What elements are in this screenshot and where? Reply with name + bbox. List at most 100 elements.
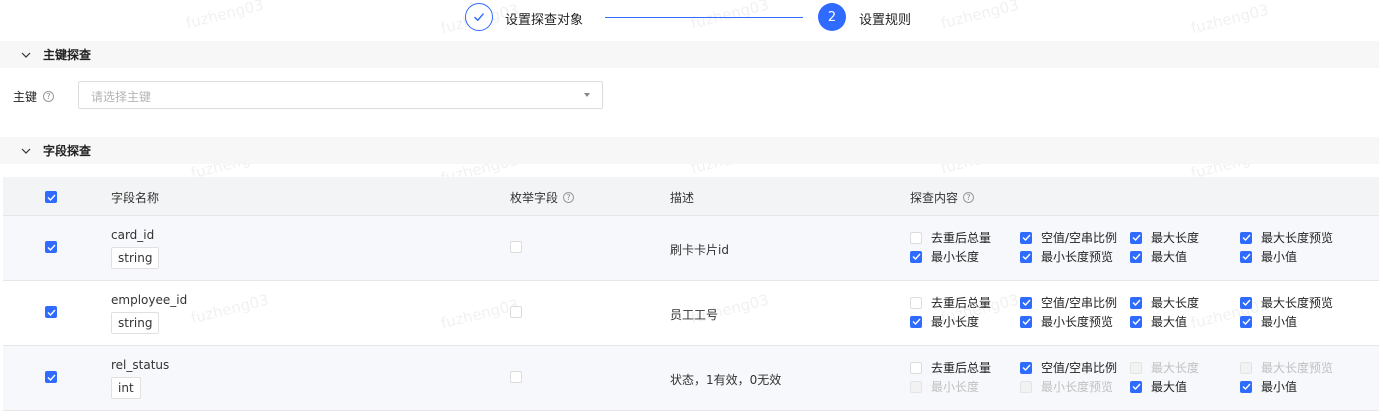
checkbox-icon[interactable] [1240,315,1252,328]
checkbox-icon[interactable] [1130,231,1142,244]
probe-option-label: 空值/空串比例 [1041,231,1118,245]
probe-option[interactable]: 最小值 [1240,378,1297,395]
checkbox-icon[interactable] [1020,231,1032,244]
checkbox-icon[interactable] [1130,380,1142,393]
checkbox-icon[interactable] [1020,250,1032,263]
probe-option-label: 最大值 [1151,250,1188,264]
checkbox-icon[interactable] [910,231,922,244]
checkbox-icon[interactable] [1020,296,1032,309]
caret-down-icon [584,93,590,97]
probe-option[interactable]: 最小值 [1240,313,1297,330]
checkbox-icon[interactable] [910,296,922,309]
probe-option[interactable]: 最大值 [1130,378,1187,395]
probe-option[interactable]: 最大长度预览 [1240,229,1333,246]
probe-option[interactable]: 去重后总量 [910,229,991,246]
help-icon[interactable]: ? [43,91,55,102]
checkbox-icon [910,380,922,393]
probe-option[interactable]: 去重后总量 [910,294,991,311]
probe-option-label: 最小值 [1261,315,1298,329]
section-fields-title: 字段探查 [43,144,92,158]
probe-option[interactable]: 空值/空串比例 [1020,359,1117,376]
checkbox-icon[interactable] [1240,250,1252,263]
chevron-down-icon[interactable] [21,145,33,157]
checkbox-icon[interactable] [1130,315,1142,328]
field-name: rel_status [111,358,170,372]
probe-option[interactable]: 最小长度 [910,248,979,265]
header-field-name: 字段名称 [111,191,160,205]
field-description: 员工工号 [670,308,719,322]
probe-option: 最大长度 [1130,359,1199,376]
row-select-checkbox[interactable] [45,306,57,318]
section-fields-header[interactable]: 字段探查 [0,137,1379,164]
probe-option-label: 最小值 [1261,250,1298,264]
enum-checkbox[interactable] [510,306,522,318]
checkbox-icon[interactable] [1020,361,1032,374]
table-header: 字段名称 枚举字段 ? 描述 探查内容 ? [3,177,1379,216]
field-name: employee_id [111,293,188,307]
help-icon[interactable]: ? [563,192,575,203]
probe-option: 最大长度预览 [1240,359,1333,376]
header-enum-label: 枚举字段 [510,191,559,205]
probe-option-label: 最大长度 [1151,296,1200,310]
probe-option-label: 最大长度 [1151,361,1200,375]
probe-option-label: 去重后总量 [931,296,992,310]
pk-select[interactable]: 请选择主键 [78,81,603,109]
probe-option[interactable]: 最大长度 [1130,294,1199,311]
row-select-checkbox[interactable] [45,371,57,383]
probe-option[interactable]: 空值/空串比例 [1020,229,1117,246]
probe-option-label: 最小长度 [931,250,980,264]
steps-bar: 设置探查对象 2 设置规则 [0,2,1383,32]
probe-option[interactable]: 去重后总量 [910,359,991,376]
probe-option-label: 去重后总量 [931,361,992,375]
probe-option[interactable]: 最大值 [1130,313,1187,330]
probe-option-label: 最大长度预览 [1261,361,1334,375]
enum-checkbox[interactable] [510,371,522,383]
checkbox-icon[interactable] [1130,296,1142,309]
field-type-tag: string [111,312,160,334]
checkbox-icon[interactable] [1240,296,1252,309]
step-connector [605,17,803,18]
checkbox-icon[interactable] [910,250,922,263]
field-type-tag: int [111,377,141,399]
checkbox-icon[interactable] [1240,380,1252,393]
pk-select-placeholder: 请选择主键 [91,90,152,104]
section-pk-header[interactable]: 主键探查 [0,41,1379,68]
probe-option[interactable]: 空值/空串比例 [1020,294,1117,311]
select-all-checkbox[interactable] [45,191,57,203]
probe-option[interactable]: 最小长度 [910,313,979,330]
checkbox-icon[interactable] [910,315,922,328]
probe-option-label: 最大长度预览 [1261,231,1334,245]
probe-option-label: 最小值 [1261,380,1298,394]
probe-option-label: 空值/空串比例 [1041,296,1118,310]
probe-option[interactable]: 最小长度预览 [1020,313,1113,330]
field-description: 状态，1有效，0无效 [670,373,782,387]
probe-option-label: 最小长度 [931,315,980,329]
row-select-checkbox[interactable] [45,241,57,253]
checkbox-icon [1020,380,1032,393]
checkbox-icon [1240,361,1252,374]
probe-option[interactable]: 最大长度预览 [1240,294,1333,311]
checkbox-icon [1130,361,1142,374]
probe-option-label: 最大长度预览 [1261,296,1334,310]
checkbox-icon[interactable] [1240,231,1252,244]
probe-option-label: 最小长度预览 [1041,380,1114,394]
step-1-label: 设置探查对象 [505,13,584,28]
checkbox-icon[interactable] [1020,315,1032,328]
probe-option-label: 空值/空串比例 [1041,361,1118,375]
help-icon[interactable]: ? [963,192,975,203]
checkbox-icon[interactable] [910,361,922,374]
table-row: card_id string 刷卡卡片id 去重后总量 空值/空串比例 最大长度 最大长度预… [3,216,1379,281]
probe-option[interactable]: 最大值 [1130,248,1187,265]
probe-option-label: 最大长度 [1151,231,1200,245]
probe-option[interactable]: 最大长度 [1130,229,1199,246]
table-row: employee_idstring 员工工号 去重后总量 空值/空串比例 最大长度 最大长… [3,281,1379,346]
checkbox-icon[interactable] [1130,250,1142,263]
probe-option[interactable]: 最小值 [1240,248,1297,265]
enum-checkbox[interactable] [510,241,522,253]
header-description: 描述 [670,191,695,205]
probe-option: 最小长度 [910,378,979,395]
fields-table: 字段名称 枚举字段 ? 描述 探查内容 ? card_id string 刷卡卡片i… [3,177,1379,411]
probe-option[interactable]: 最小长度预览 [1020,248,1113,265]
chevron-down-icon[interactable] [21,49,33,61]
probe-option-label: 最大值 [1151,380,1188,394]
